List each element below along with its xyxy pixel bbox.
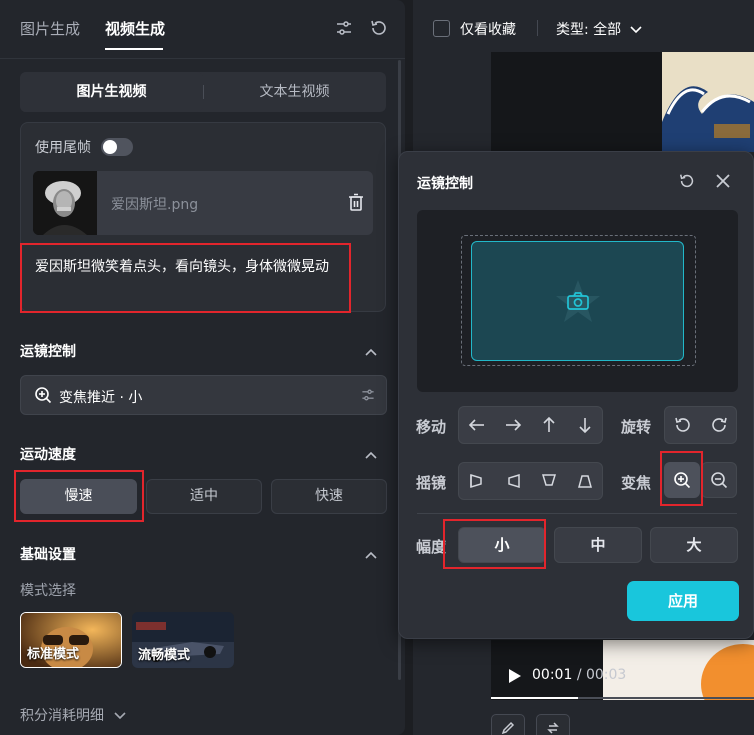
speed-medium-button[interactable]: 适中 — [146, 479, 262, 514]
basic-section-title: 基础设置 — [20, 547, 76, 563]
end-frame-label: 使用尾帧 — [35, 140, 91, 156]
speed-section-title: 运动速度 — [20, 447, 76, 463]
amplitude-highlight — [443, 519, 546, 569]
type-filter-label: 类型: 全部 — [556, 22, 622, 38]
image-to-video-button[interactable]: 图片生视频 — [20, 72, 203, 112]
chevron-up-icon[interactable] — [364, 548, 378, 559]
credits-detail-link[interactable]: 积分消耗明细 — [20, 705, 127, 725]
trash-icon[interactable] — [347, 193, 365, 213]
amplitude-medium-button[interactable]: 中 — [554, 527, 642, 563]
favorites-checkbox[interactable] — [433, 20, 450, 37]
move-label: 移动 — [416, 418, 447, 436]
chevron-up-icon[interactable] — [364, 345, 378, 356]
chevron-up-icon[interactable] — [364, 448, 378, 459]
camera-select-value: 变焦推近 · 小 — [59, 390, 143, 406]
video-progress[interactable] — [491, 697, 754, 699]
sliders-icon[interactable] — [334, 18, 354, 38]
pan-left-icon[interactable] — [459, 463, 495, 499]
text-to-video-button[interactable]: 文本生视频 — [203, 72, 386, 112]
tilt-down-icon[interactable] — [567, 463, 603, 499]
prompt-highlight — [20, 243, 351, 313]
time-total: / 00:03 — [576, 667, 627, 683]
camera-control-popup: 运镜控制 移动 旋转 摇镜 变焦 幅度 小 中 大 应用 — [398, 151, 754, 639]
filter-divider — [537, 20, 538, 36]
tab-image-generation[interactable]: 图片生成 — [20, 18, 80, 39]
chevron-down-icon — [114, 712, 127, 720]
tilt-up-icon[interactable] — [531, 463, 567, 499]
amplitude-large-button[interactable]: 大 — [650, 527, 738, 563]
regenerate-button[interactable] — [536, 714, 570, 735]
camera-preview — [417, 210, 738, 392]
smooth-mode-card[interactable]: 流畅模式 — [132, 612, 234, 668]
edit-button[interactable] — [491, 714, 525, 735]
smooth-mode-label: 流畅模式 — [138, 648, 191, 663]
popup-divider — [417, 513, 737, 514]
arrow-right-icon[interactable] — [495, 407, 531, 443]
pan-label: 摇镜 — [416, 474, 447, 492]
tab-video-generation[interactable]: 视频生成 — [105, 18, 165, 39]
video-time: 00:01 / 00:03 — [532, 667, 626, 683]
tab-bar: 图片生成 视频生成 — [0, 0, 405, 58]
apply-button[interactable]: 应用 — [627, 581, 739, 621]
file-name: 爱因斯坦.png — [111, 197, 199, 213]
camera-icon — [567, 292, 589, 314]
favorites-only-label[interactable]: 仅看收藏 — [460, 19, 516, 39]
arrow-down-icon[interactable] — [567, 407, 603, 443]
left-panel: 图片生成 视频生成 图片生视频 文本生视频 使用尾帧 爱因斯坦.png 爱因斯坦… — [0, 0, 405, 735]
uploaded-file: 爱因斯坦.png — [33, 171, 373, 235]
tabs-divider — [0, 58, 405, 59]
move-group — [458, 406, 603, 444]
pan-group — [458, 462, 603, 500]
speed-highlight — [14, 470, 144, 522]
zoom-highlight — [660, 451, 703, 506]
speed-fast-button[interactable]: 快速 — [271, 479, 387, 514]
zoom-out-button[interactable] — [701, 462, 737, 498]
filter-bar: 仅看收藏 类型: 全部 — [413, 0, 754, 56]
camera-select[interactable]: 变焦推近 · 小 — [20, 375, 387, 415]
file-thumbnail — [33, 171, 97, 235]
camera-section-title: 运镜控制 — [20, 344, 76, 360]
reset-icon[interactable] — [678, 172, 696, 190]
video-progress-fill — [491, 697, 578, 699]
mode-select-label: 模式选择 — [20, 583, 76, 599]
standard-mode-card[interactable]: 标准模式 — [20, 612, 122, 668]
wave-thumbnail[interactable] — [662, 52, 754, 152]
amplitude-label: 幅度 — [416, 538, 447, 556]
sliders-icon[interactable] — [360, 387, 376, 407]
video-thumbnail[interactable] — [491, 52, 662, 152]
type-filter[interactable]: 类型: 全部 — [556, 19, 642, 39]
standard-mode-label: 标准模式 — [27, 647, 80, 662]
toggle-knob — [103, 140, 117, 154]
close-icon[interactable] — [714, 172, 732, 190]
swap-icon — [546, 721, 560, 735]
play-icon[interactable] — [508, 668, 522, 688]
preview-camera-frame — [471, 241, 684, 361]
refresh-icon[interactable] — [369, 18, 389, 38]
tab-underline — [105, 48, 163, 50]
rotate-left-icon[interactable] — [665, 407, 701, 443]
end-frame-toggle[interactable] — [101, 138, 133, 156]
popup-title: 运镜控制 — [417, 176, 473, 192]
time-current: 00:01 — [532, 667, 573, 683]
arrow-left-icon[interactable] — [459, 407, 495, 443]
pencil-icon — [501, 721, 515, 735]
credits-detail-text: 积分消耗明细 — [20, 708, 104, 724]
rotate-group — [664, 406, 737, 444]
rotate-label: 旋转 — [621, 418, 652, 436]
arrow-up-icon[interactable] — [531, 407, 567, 443]
zoom-in-icon — [34, 386, 52, 408]
zoom-out-icon — [710, 471, 728, 493]
rotate-right-icon[interactable] — [701, 407, 737, 443]
mode-divider — [203, 85, 204, 99]
pan-right-icon[interactable] — [495, 463, 531, 499]
zoom-label: 变焦 — [621, 474, 652, 492]
chevron-down-icon — [630, 26, 642, 34]
